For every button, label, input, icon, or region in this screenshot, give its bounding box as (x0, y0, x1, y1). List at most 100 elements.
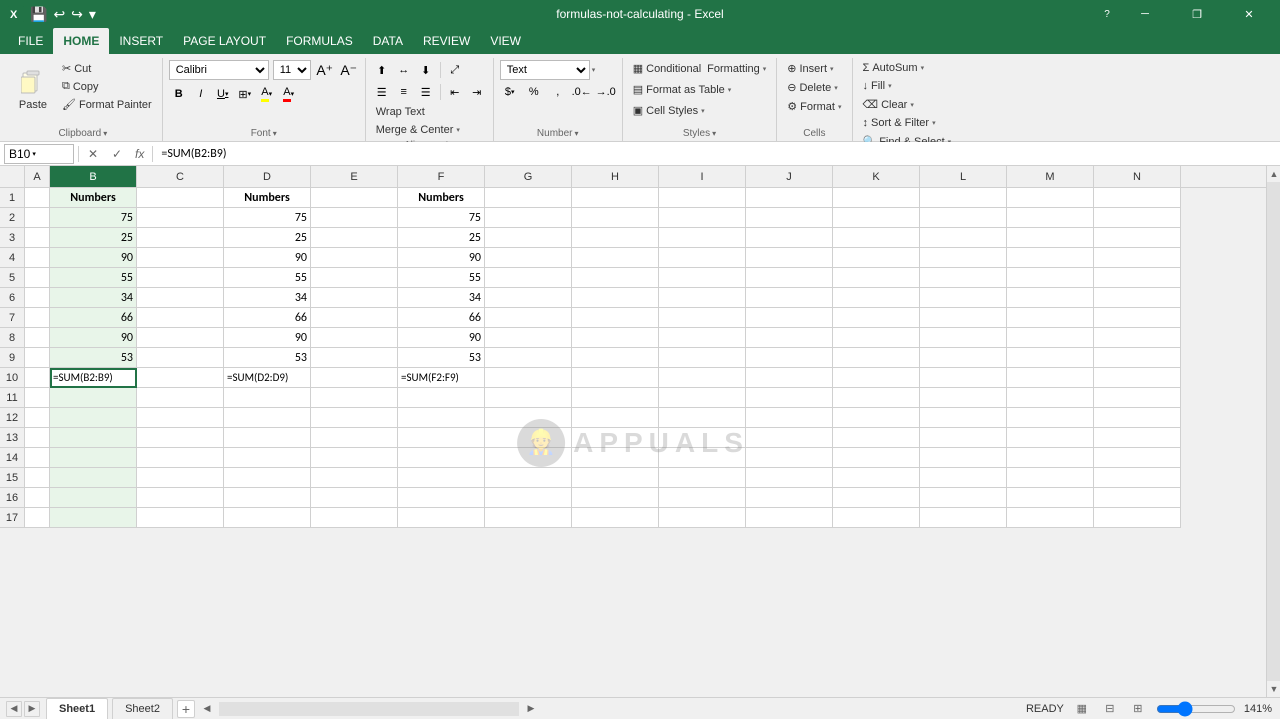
align-left-btn[interactable]: ☰ (372, 82, 392, 102)
cell-d10[interactable]: =SUM(D2:D9) (224, 368, 311, 388)
col-header-d[interactable]: D (224, 166, 311, 187)
cell-g5[interactable] (485, 268, 572, 288)
cell-a2[interactable] (25, 208, 50, 228)
cell-d1[interactable]: Numbers (224, 188, 311, 208)
cell-g16[interactable] (485, 488, 572, 508)
tab-page-layout[interactable]: PAGE LAYOUT (173, 28, 276, 54)
row-17[interactable]: 17 (0, 508, 25, 528)
row-3[interactable]: 3 (0, 228, 25, 248)
cell-a9[interactable] (25, 348, 50, 368)
cell-j6[interactable] (746, 288, 833, 308)
clipboard-expand-arrow[interactable]: ▾ (103, 129, 107, 138)
cell-f6[interactable]: 34 (398, 288, 485, 308)
cell-k14[interactable] (833, 448, 920, 468)
cell-j7[interactable] (746, 308, 833, 328)
cell-m11[interactable] (1007, 388, 1094, 408)
cell-m12[interactable] (1007, 408, 1094, 428)
cell-d11[interactable] (224, 388, 311, 408)
row-4[interactable]: 4 (0, 248, 25, 268)
cell-l2[interactable] (920, 208, 1007, 228)
cell-j17[interactable] (746, 508, 833, 528)
cell-f9[interactable]: 53 (398, 348, 485, 368)
cell-c15[interactable] (137, 468, 224, 488)
cell-g9[interactable] (485, 348, 572, 368)
cell-k5[interactable] (833, 268, 920, 288)
cell-k3[interactable] (833, 228, 920, 248)
cell-g3[interactable] (485, 228, 572, 248)
cell-h9[interactable] (572, 348, 659, 368)
font-shrink-btn[interactable]: A⁻ (339, 60, 359, 80)
tab-home[interactable]: HOME (53, 28, 109, 54)
cell-a17[interactable] (25, 508, 50, 528)
cell-b1[interactable]: Numbers (50, 188, 137, 208)
cell-m14[interactable] (1007, 448, 1094, 468)
cell-h2[interactable] (572, 208, 659, 228)
cell-k17[interactable] (833, 508, 920, 528)
cell-c7[interactable] (137, 308, 224, 328)
zoom-slider[interactable] (1156, 704, 1236, 714)
cell-c10[interactable] (137, 368, 224, 388)
cell-f16[interactable] (398, 488, 485, 508)
row-1[interactable]: 1 (0, 188, 25, 208)
cell-d5[interactable]: 55 (224, 268, 311, 288)
cell-g1[interactable] (485, 188, 572, 208)
cell-b12[interactable] (50, 408, 137, 428)
cell-a10[interactable] (25, 368, 50, 388)
page-break-view-btn[interactable]: ⊞ (1128, 701, 1148, 717)
cell-d2[interactable]: 75 (224, 208, 311, 228)
cell-c5[interactable] (137, 268, 224, 288)
row-16[interactable]: 16 (0, 488, 25, 508)
col-header-k[interactable]: K (833, 166, 920, 187)
col-header-m[interactable]: M (1007, 166, 1094, 187)
col-header-f[interactable]: F (398, 166, 485, 187)
cell-n14[interactable] (1094, 448, 1181, 468)
paste-button[interactable]: Paste (10, 60, 56, 120)
cell-e2[interactable] (311, 208, 398, 228)
scroll-track[interactable] (1267, 182, 1280, 681)
cell-c2[interactable] (137, 208, 224, 228)
cell-e14[interactable] (311, 448, 398, 468)
sheet-scroll-left-btn[interactable]: ◀ (6, 701, 22, 717)
styles-expand-arrow[interactable]: ▾ (712, 129, 716, 138)
vertical-scrollbar[interactable]: ▲ ▼ (1266, 166, 1280, 697)
row-14[interactable]: 14 (0, 448, 25, 468)
cell-m9[interactable] (1007, 348, 1094, 368)
align-right-btn[interactable]: ☰ (416, 82, 436, 102)
cell-k13[interactable] (833, 428, 920, 448)
cell-e13[interactable] (311, 428, 398, 448)
cell-a4[interactable] (25, 248, 50, 268)
cell-n12[interactable] (1094, 408, 1181, 428)
cell-m3[interactable] (1007, 228, 1094, 248)
col-header-g[interactable]: G (485, 166, 572, 187)
cell-j12[interactable] (746, 408, 833, 428)
insert-button[interactable]: ⊕ Insert ▾ (783, 60, 837, 77)
cell-j15[interactable] (746, 468, 833, 488)
align-top-btn[interactable]: ⬆ (372, 60, 392, 80)
sheet-tab-sheet1[interactable]: Sheet1 (46, 698, 108, 719)
cell-a7[interactable] (25, 308, 50, 328)
cell-k2[interactable] (833, 208, 920, 228)
cell-h3[interactable] (572, 228, 659, 248)
page-layout-view-btn[interactable]: ⊟ (1100, 701, 1120, 717)
cell-e11[interactable] (311, 388, 398, 408)
cell-a15[interactable] (25, 468, 50, 488)
cell-n10[interactable] (1094, 368, 1181, 388)
undo-quick-btn[interactable]: ↩ (51, 4, 67, 25)
cell-f14[interactable] (398, 448, 485, 468)
cell-c3[interactable] (137, 228, 224, 248)
cell-h13[interactable] (572, 428, 659, 448)
cell-k6[interactable] (833, 288, 920, 308)
cell-e16[interactable] (311, 488, 398, 508)
cell-k15[interactable] (833, 468, 920, 488)
cell-l17[interactable] (920, 508, 1007, 528)
cell-n2[interactable] (1094, 208, 1181, 228)
format-button[interactable]: ⚙ Format ▾ (783, 98, 845, 115)
tab-insert[interactable]: INSERT (109, 28, 173, 54)
cell-g11[interactable] (485, 388, 572, 408)
row-15[interactable]: 15 (0, 468, 25, 488)
cell-f4[interactable]: 90 (398, 248, 485, 268)
wrap-text-button[interactable]: Wrap Text (372, 104, 429, 120)
cell-a6[interactable] (25, 288, 50, 308)
cell-l6[interactable] (920, 288, 1007, 308)
scroll-down-btn[interactable]: ▼ (1267, 681, 1280, 697)
